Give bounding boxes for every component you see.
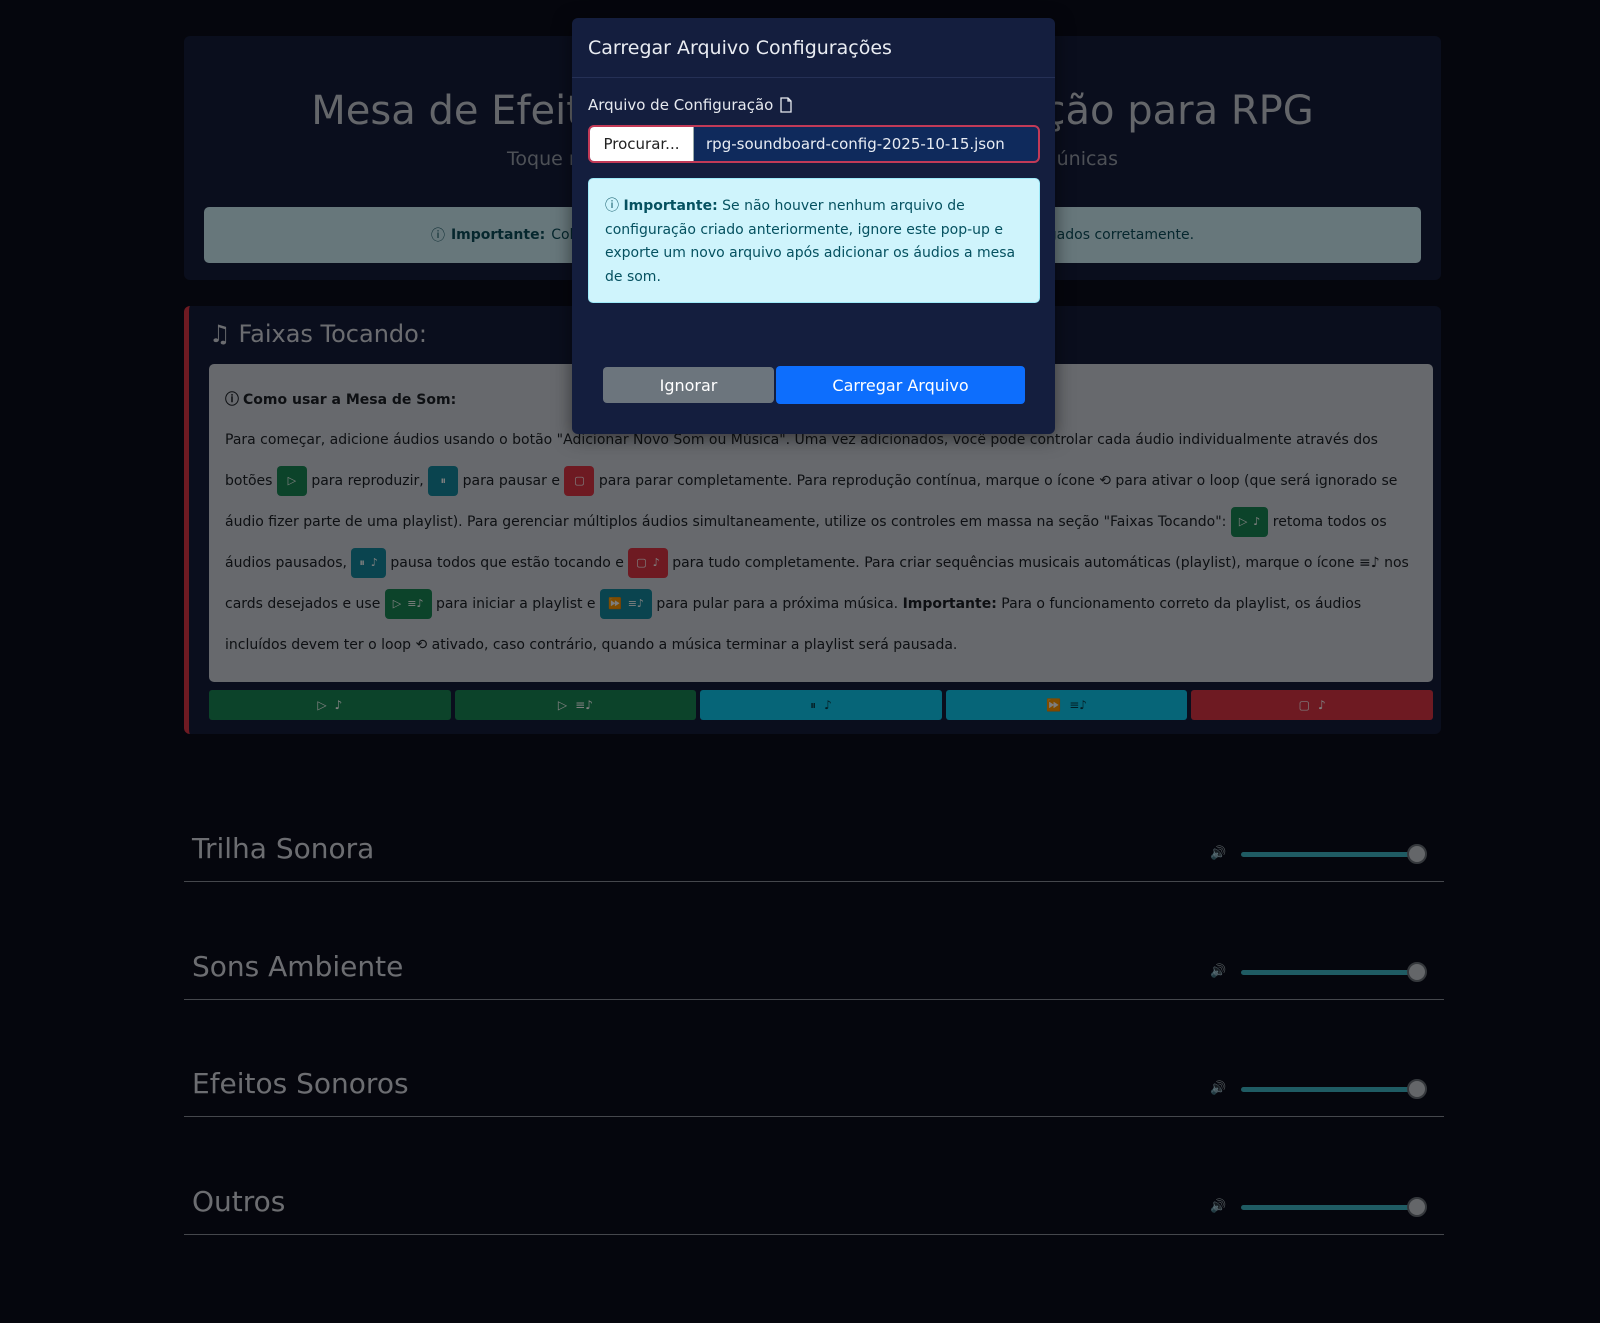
modal-alert-label: Importante: (623, 198, 718, 214)
config-file-input[interactable]: Procurar... rpg-soundboard-config-2025-1… (588, 125, 1040, 163)
load-file-button[interactable]: Carregar Arquivo (776, 366, 1025, 404)
browse-button[interactable]: Procurar... (590, 127, 694, 161)
info-icon: ⓘ (605, 198, 619, 214)
modal-alert: ⓘ Importante: Se não houver nenhum arqui… (588, 178, 1040, 303)
modal-header: Carregar Arquivo Configurações (572, 18, 1055, 78)
modal-title: Carregar Arquivo Configurações (588, 36, 892, 59)
config-file-label: Arquivo de Configuração (588, 96, 793, 114)
load-config-modal: Carregar Arquivo Configurações Arquivo d… (572, 18, 1055, 434)
json-file-icon (780, 97, 792, 113)
config-file-label-text: Arquivo de Configuração (588, 96, 774, 114)
ignore-button[interactable]: Ignorar (603, 367, 774, 403)
selected-file-name: rpg-soundboard-config-2025-10-15.json (706, 135, 1005, 153)
